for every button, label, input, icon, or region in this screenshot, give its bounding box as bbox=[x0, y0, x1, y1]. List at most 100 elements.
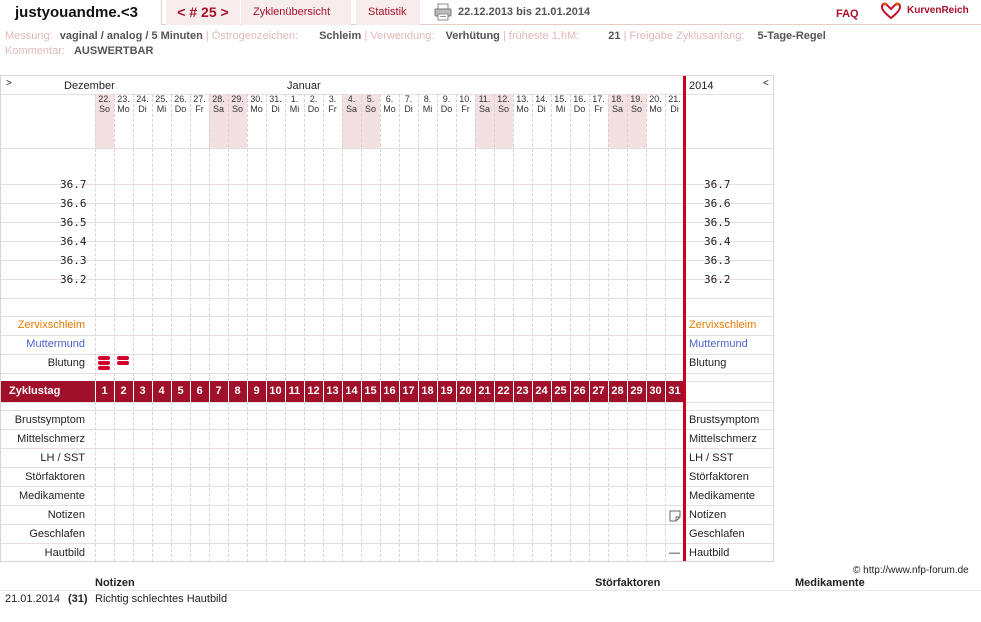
day-date: 3. bbox=[328, 94, 337, 104]
grid-column-line bbox=[494, 402, 495, 561]
day-weekday: So bbox=[630, 104, 642, 114]
row-label-left[interactable]: Blutung bbox=[48, 357, 85, 369]
cycle-day-number: 8 bbox=[234, 385, 241, 397]
cycle-day-number: 30 bbox=[649, 385, 662, 397]
day-header: 24. Di bbox=[133, 94, 152, 148]
row-label-right[interactable]: Geschlafen bbox=[689, 528, 745, 540]
day-weekday: Fr bbox=[461, 104, 470, 114]
cycle-day-number: 20 bbox=[459, 385, 472, 397]
temperature-label-left: 36.2 bbox=[60, 273, 87, 286]
day-header: 22. So bbox=[95, 94, 114, 148]
day-date: 5. bbox=[366, 94, 375, 104]
day-header: 23. Mo bbox=[114, 94, 133, 148]
row-label-right[interactable]: Notizen bbox=[689, 509, 726, 521]
row-label-left[interactable]: Brustsymptom bbox=[15, 414, 85, 426]
printer-icon[interactable] bbox=[434, 3, 452, 21]
day-header: 17. Fr bbox=[589, 94, 608, 148]
freigabe-value: 5-Tage-Regel bbox=[757, 30, 826, 42]
cycle-day-number: 5 bbox=[177, 385, 184, 397]
cycle-day-number: 9 bbox=[253, 385, 260, 397]
day-header: 27. Fr bbox=[190, 94, 209, 148]
row-label-left[interactable]: Zervixschleim bbox=[18, 319, 85, 331]
info-line-1: Messung: vaginal / analog / 5 Minuten | … bbox=[5, 30, 826, 42]
temperature-label-right: 36.5 bbox=[704, 216, 731, 229]
day-date: 8. bbox=[423, 94, 432, 104]
row-label-right[interactable]: Blutung bbox=[689, 357, 726, 369]
day-date: 21. bbox=[668, 94, 681, 104]
header-stoerfaktoren: Störfaktoren bbox=[595, 577, 661, 589]
grid-column-line bbox=[589, 402, 590, 561]
today-marker-line bbox=[683, 76, 686, 561]
grid-column-line bbox=[95, 402, 96, 561]
day-header: 11. Sa bbox=[475, 94, 494, 148]
cycle-day-number: 15 bbox=[364, 385, 377, 397]
scroll-left-button[interactable]: > bbox=[6, 78, 12, 89]
row-label-left[interactable]: Notizen bbox=[48, 509, 85, 521]
row-label-right[interactable]: Muttermund bbox=[689, 338, 748, 350]
kurvenreich-logo[interactable]: KurvenReich bbox=[879, 1, 979, 23]
day-date: 6. bbox=[385, 94, 394, 104]
cycle-chart: > Dezember Januar 2014 < 22. So 23. Mo 24. Di… bbox=[0, 75, 774, 562]
row-label-left[interactable]: Medikamente bbox=[19, 490, 85, 502]
day-header: 9. Do bbox=[437, 94, 456, 148]
bleeding-mark bbox=[117, 361, 129, 365]
row-label-right[interactable]: Mittelschmerz bbox=[689, 433, 757, 445]
temperature-label-left: 36.7 bbox=[60, 178, 87, 191]
row-label-left[interactable]: Störfaktoren bbox=[25, 471, 85, 483]
grid-line bbox=[1, 241, 773, 242]
day-header: 26. Do bbox=[171, 94, 190, 148]
grid-line bbox=[1, 148, 773, 149]
scroll-right-button[interactable]: < bbox=[763, 78, 769, 89]
grid-column-line bbox=[323, 402, 324, 561]
day-header: 16. Do bbox=[570, 94, 589, 148]
day-weekday: Fr bbox=[195, 104, 204, 114]
row-label-right[interactable]: Störfaktoren bbox=[689, 471, 749, 483]
row-label-left[interactable]: Mittelschmerz bbox=[17, 433, 85, 445]
temperature-label-right: 36.4 bbox=[704, 235, 731, 248]
verwendung-label: Verwendung: bbox=[370, 30, 435, 42]
tab-statistics[interactable]: Statistik bbox=[356, 0, 420, 25]
temperature-label-right: 36.2 bbox=[704, 273, 731, 286]
note-icon[interactable] bbox=[669, 510, 681, 522]
row-label-left[interactable]: LH / SST bbox=[40, 452, 85, 464]
tab-cycle-overview[interactable]: Zyklenübersicht bbox=[241, 0, 351, 25]
cycle-day-number: 4 bbox=[158, 385, 165, 397]
grid-line bbox=[1, 402, 773, 403]
row-label-right[interactable]: Hautbild bbox=[689, 547, 729, 559]
grid-column-line bbox=[456, 402, 457, 561]
faq-link[interactable]: FAQ bbox=[836, 0, 859, 28]
row-label-right[interactable]: Medikamente bbox=[689, 490, 755, 502]
grid-line bbox=[1, 279, 773, 280]
heart-logo-icon bbox=[880, 2, 902, 20]
day-date: 14. bbox=[535, 94, 548, 104]
row-label-left[interactable]: Geschlafen bbox=[29, 528, 85, 540]
grid-column-line bbox=[608, 402, 609, 561]
grid-column-line bbox=[646, 402, 647, 561]
grid-line bbox=[1, 429, 773, 430]
row-label-right[interactable]: LH / SST bbox=[689, 452, 734, 464]
row-label-right[interactable]: Brustsymptom bbox=[689, 414, 759, 426]
cycle-day-number: 1 bbox=[101, 385, 108, 397]
day-header: 8. Mi bbox=[418, 94, 437, 148]
day-header: 5. So bbox=[361, 94, 380, 148]
day-header: 6. Mo bbox=[380, 94, 399, 148]
oestrogen-value: Schleim bbox=[319, 30, 362, 42]
grid-column-line bbox=[361, 402, 362, 561]
entry-date: 21.01.2014 bbox=[5, 593, 61, 605]
grid-column-line bbox=[532, 402, 533, 561]
row-label-left[interactable]: Muttermund bbox=[26, 338, 85, 350]
entry-cycle-day: (31) bbox=[68, 593, 88, 605]
grid-column-line bbox=[228, 402, 229, 561]
day-date: 25. bbox=[155, 94, 168, 104]
day-weekday: Fr bbox=[328, 104, 337, 114]
cycle-navigator[interactable]: < # 25 > bbox=[166, 0, 240, 25]
row-label-right[interactable]: Zervixschleim bbox=[689, 319, 756, 331]
row-label-left[interactable]: Hautbild bbox=[45, 547, 85, 559]
year-label: 2014 bbox=[689, 80, 714, 92]
bleeding-mark bbox=[117, 356, 129, 360]
day-weekday: So bbox=[497, 104, 509, 114]
cycle-day-number: 21 bbox=[478, 385, 491, 397]
day-weekday: Do bbox=[307, 104, 320, 114]
day-date: 16. bbox=[573, 94, 586, 104]
oestrogen-label: Östrogenzeichen: bbox=[211, 30, 298, 42]
